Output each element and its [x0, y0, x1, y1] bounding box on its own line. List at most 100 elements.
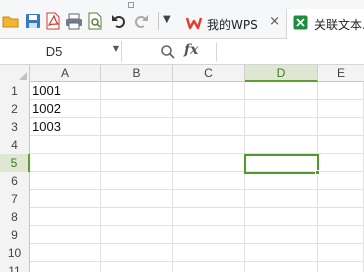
- column-header-A[interactable]: A: [30, 65, 101, 82]
- row-header-2[interactable]: 2: [0, 100, 30, 118]
- tab-document[interactable]: 关联文本.x: [286, 9, 364, 40]
- cell-B4[interactable]: [101, 136, 173, 154]
- select-all-triangle-icon: [19, 72, 27, 80]
- wps-logo-icon: [185, 15, 203, 34]
- cell-C5[interactable]: [173, 154, 245, 172]
- table-row: 6: [0, 172, 364, 190]
- row-header-1[interactable]: 1: [0, 82, 30, 100]
- formula-input[interactable]: [218, 41, 362, 62]
- column-header-E[interactable]: E: [318, 65, 364, 82]
- cell-B7[interactable]: [101, 190, 173, 208]
- name-box-chevron-down-icon[interactable]: ▼: [113, 44, 119, 53]
- row-header-3[interactable]: 3: [0, 118, 30, 136]
- cell-A6[interactable]: [30, 172, 101, 190]
- cell-E7[interactable]: [318, 190, 364, 208]
- cell-C4[interactable]: [173, 136, 245, 154]
- cell-A8[interactable]: [30, 208, 101, 226]
- undo-icon[interactable]: [110, 12, 128, 30]
- cell-B6[interactable]: [101, 172, 173, 190]
- cell-C7[interactable]: [173, 190, 245, 208]
- name-box[interactable]: D5 ▼: [0, 41, 122, 62]
- name-box-value: D5: [45, 44, 63, 59]
- cell-E1[interactable]: [318, 82, 364, 100]
- redo-icon[interactable]: [132, 12, 150, 30]
- cell-D3[interactable]: [245, 118, 318, 136]
- column-header-D[interactable]: D: [245, 65, 318, 82]
- cell-D9[interactable]: [245, 226, 318, 244]
- cell-C8[interactable]: [173, 208, 245, 226]
- customize-toolbar-dropdown[interactable]: ▼: [163, 14, 181, 32]
- row-header-11[interactable]: 11: [0, 262, 30, 272]
- cell-B5[interactable]: [101, 154, 173, 172]
- cell-C11[interactable]: [173, 262, 245, 272]
- row-header-4[interactable]: 4: [0, 136, 30, 154]
- cell-A5[interactable]: [30, 154, 101, 172]
- cell-E2[interactable]: [318, 100, 364, 118]
- insert-function-button[interactable]: fx: [184, 42, 198, 58]
- cell-D8[interactable]: [245, 208, 318, 226]
- table-row: 1 1001: [0, 82, 364, 100]
- row-header-6[interactable]: 6: [0, 172, 30, 190]
- cell-A11[interactable]: [30, 262, 101, 272]
- cell-B10[interactable]: [101, 244, 173, 262]
- cell-E8[interactable]: [318, 208, 364, 226]
- cell-A9[interactable]: [30, 226, 101, 244]
- cell-C9[interactable]: [173, 226, 245, 244]
- cell-C10[interactable]: [173, 244, 245, 262]
- tab-my-wps-close-icon[interactable]: ×: [269, 14, 280, 29]
- export-pdf-icon[interactable]: [44, 12, 62, 30]
- cell-B9[interactable]: [101, 226, 173, 244]
- cell-B8[interactable]: [101, 208, 173, 226]
- cell-E9[interactable]: [318, 226, 364, 244]
- cell-D5[interactable]: [245, 154, 318, 172]
- cell-D10[interactable]: [245, 244, 318, 262]
- quick-access-toolbar: ▼ 我的WPS × 关联文本.x: [0, 0, 364, 40]
- fill-handle[interactable]: [315, 170, 320, 175]
- table-row: 3 1003: [0, 118, 364, 136]
- cell-A3[interactable]: 1003: [30, 118, 101, 136]
- cell-C3[interactable]: [173, 118, 245, 136]
- spreadsheet-grid[interactable]: A B C D E 1 1001 2 1002 3 1003 4 5 6 7 8 9 10 11: [0, 65, 364, 272]
- cell-D7[interactable]: [245, 190, 318, 208]
- cell-E4[interactable]: [318, 136, 364, 154]
- cell-D4[interactable]: [245, 136, 318, 154]
- print-preview-icon[interactable]: [86, 12, 104, 30]
- tab-my-wps[interactable]: 我的WPS ×: [180, 9, 286, 39]
- save-icon[interactable]: [24, 12, 42, 30]
- cell-E10[interactable]: [318, 244, 364, 262]
- cell-D2[interactable]: [245, 100, 318, 118]
- cell-D1[interactable]: [245, 82, 318, 100]
- cell-A10[interactable]: [30, 244, 101, 262]
- column-header-B[interactable]: B: [101, 65, 173, 82]
- row-header-9[interactable]: 9: [0, 226, 30, 244]
- cell-E6[interactable]: [318, 172, 364, 190]
- row-header-8[interactable]: 8: [0, 208, 30, 226]
- row-header-5[interactable]: 5: [0, 154, 30, 172]
- cell-D11[interactable]: [245, 262, 318, 272]
- open-folder-icon[interactable]: [2, 12, 20, 30]
- table-row: 10: [0, 244, 364, 262]
- table-row: 9: [0, 226, 364, 244]
- cell-A4[interactable]: [30, 136, 101, 154]
- cell-B11[interactable]: [101, 262, 173, 272]
- tab-my-wps-label: 我的WPS: [207, 18, 258, 32]
- cell-C2[interactable]: [173, 100, 245, 118]
- cell-B3[interactable]: [101, 118, 173, 136]
- select-all-corner[interactable]: [0, 65, 30, 82]
- cell-A7[interactable]: [30, 190, 101, 208]
- print-icon[interactable]: [65, 12, 83, 30]
- cell-A1[interactable]: 1001: [30, 82, 101, 100]
- row-header-10[interactable]: 10: [0, 244, 30, 262]
- cell-E5[interactable]: [318, 154, 364, 172]
- cell-C6[interactable]: [173, 172, 245, 190]
- column-header-C[interactable]: C: [173, 65, 245, 82]
- cell-B2[interactable]: [101, 100, 173, 118]
- cell-E3[interactable]: [318, 118, 364, 136]
- cell-B1[interactable]: [101, 82, 173, 100]
- cell-C1[interactable]: [173, 82, 245, 100]
- zoom-search-icon[interactable]: [160, 44, 176, 63]
- cell-D6[interactable]: [245, 172, 318, 190]
- row-header-7[interactable]: 7: [0, 190, 30, 208]
- cell-A2[interactable]: 1002: [30, 100, 101, 118]
- cell-E11[interactable]: [318, 262, 364, 272]
